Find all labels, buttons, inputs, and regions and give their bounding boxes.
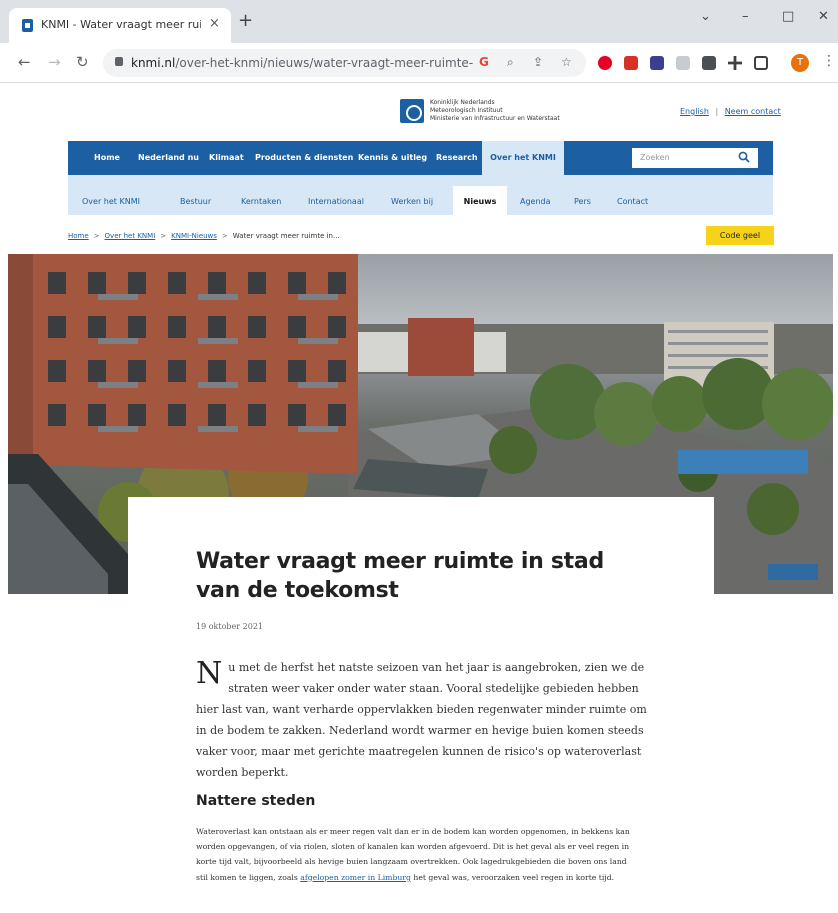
share-icon[interactable]: ⇪ bbox=[533, 55, 543, 69]
nav-research[interactable]: Research bbox=[436, 153, 478, 162]
new-tab-button[interactable]: + bbox=[238, 10, 253, 31]
tab-search-icon[interactable]: ⌄ bbox=[700, 9, 711, 24]
browser-toolbar: ← → ↻ knmi.nl/over-het-knmi/nieuws/water… bbox=[0, 43, 838, 83]
back-button[interactable]: ← bbox=[18, 53, 31, 71]
search-icon[interactable] bbox=[738, 151, 750, 163]
maximize-button[interactable]: □ bbox=[782, 9, 794, 24]
article-title: Water vraagt meer ruimte in stad van de … bbox=[196, 549, 604, 603]
subnav-internationaal[interactable]: Internationaal bbox=[308, 197, 364, 206]
nav-over-het-knmi[interactable]: Over het KNMI bbox=[482, 141, 564, 175]
extension-grid-icon[interactable] bbox=[650, 56, 664, 70]
nav-home[interactable]: Home bbox=[94, 153, 120, 162]
breadcrumb-over-het-knmi[interactable]: Over het KNMI bbox=[105, 232, 156, 240]
address-bar[interactable]: knmi.nl/over-het-knmi/nieuws/water-vraag… bbox=[103, 49, 586, 77]
nav-klimaat[interactable]: Klimaat bbox=[209, 153, 244, 162]
forward-button[interactable]: → bbox=[48, 53, 61, 71]
search-input[interactable]: Zoeken bbox=[632, 148, 758, 168]
subnav-nieuws[interactable]: Nieuws bbox=[453, 186, 507, 215]
subnav-contact[interactable]: Contact bbox=[617, 197, 648, 206]
subnav-agenda[interactable]: Agenda bbox=[520, 197, 551, 206]
nav-producten-diensten[interactable]: Producten & diensten bbox=[255, 153, 353, 162]
lead-dropcap: N bbox=[196, 656, 223, 691]
profile-avatar[interactable]: T bbox=[791, 54, 809, 72]
lock-icon bbox=[115, 57, 123, 66]
knmi-logo-icon[interactable] bbox=[400, 99, 424, 123]
knmi-favicon-icon bbox=[22, 19, 33, 32]
browser-tab-strip: KNMI - Water vraagt meer ruimte × + ⌄ – … bbox=[0, 0, 838, 43]
minimize-button[interactable]: – bbox=[742, 9, 749, 24]
subnav-pers[interactable]: Pers bbox=[574, 197, 591, 206]
section-heading: Nattere steden bbox=[196, 793, 316, 809]
limburg-link[interactable]: afgelopen zomer in Limburg bbox=[300, 873, 411, 882]
breadcrumb-home[interactable]: Home bbox=[68, 232, 89, 240]
close-window-button[interactable]: ✕ bbox=[818, 9, 829, 24]
extension-bank-icon[interactable] bbox=[702, 56, 716, 70]
reload-button[interactable]: ↻ bbox=[76, 53, 89, 71]
breadcrumb-current: Water vraagt meer ruimte in... bbox=[232, 232, 340, 240]
main-navigation: Home Nederland nu Klimaat Producten & di… bbox=[68, 141, 773, 175]
article-date: 19 oktober 2021 bbox=[196, 622, 263, 631]
sub-navigation: Over het KNMI Bestuur Kerntaken Internat… bbox=[68, 175, 773, 215]
google-translate-icon[interactable]: G bbox=[479, 55, 489, 69]
extensions-puzzle-icon[interactable] bbox=[728, 56, 742, 70]
extension-doc-icon[interactable] bbox=[676, 56, 690, 70]
bookmark-star-icon[interactable]: ☆ bbox=[561, 55, 572, 69]
subnav-over-het-knmi[interactable]: Over het KNMI bbox=[82, 197, 140, 206]
contact-link[interactable]: Neem contact bbox=[725, 107, 781, 116]
extension-red-icon[interactable] bbox=[624, 56, 638, 70]
article-lead: Nu met de herfst het natste seizoen van … bbox=[196, 656, 647, 780]
tab-title: KNMI - Water vraagt meer ruimte bbox=[41, 18, 201, 31]
subnav-kerntaken[interactable]: Kerntaken bbox=[241, 197, 281, 206]
url-text: knmi.nl/over-het-knmi/nieuws/water-vraag… bbox=[131, 56, 473, 70]
tab-close-icon[interactable]: × bbox=[209, 16, 220, 31]
english-link[interactable]: English bbox=[680, 107, 709, 116]
article-body: Wateroverlast kan ontstaan als er meer r… bbox=[196, 827, 630, 882]
browser-menu-icon[interactable]: ⋮ bbox=[822, 53, 836, 69]
breadcrumb-knmi-nieuws[interactable]: KNMI-Nieuws bbox=[171, 232, 217, 240]
org-name: Koninklijk Nederlands Meteorologisch Ins… bbox=[430, 99, 560, 122]
top-links: English | Neem contact bbox=[680, 107, 781, 116]
zoom-icon[interactable]: ⌕ bbox=[507, 55, 514, 70]
subnav-werken-bij[interactable]: Werken bij bbox=[391, 197, 433, 206]
pinterest-extension-icon[interactable] bbox=[598, 56, 612, 70]
subnav-bestuur[interactable]: Bestuur bbox=[180, 197, 211, 206]
weather-warning-button[interactable]: Code geel bbox=[706, 226, 774, 245]
breadcrumb: Home > Over het KNMI > KNMI-Nieuws > Water vra… bbox=[68, 232, 340, 240]
nav-nederland-nu[interactable]: Nederland nu bbox=[138, 153, 199, 162]
nav-kennis-uitleg[interactable]: Kennis & uitleg bbox=[358, 153, 427, 162]
browser-tab[interactable]: KNMI - Water vraagt meer ruimte × bbox=[9, 8, 231, 43]
side-panel-icon[interactable] bbox=[754, 56, 768, 70]
